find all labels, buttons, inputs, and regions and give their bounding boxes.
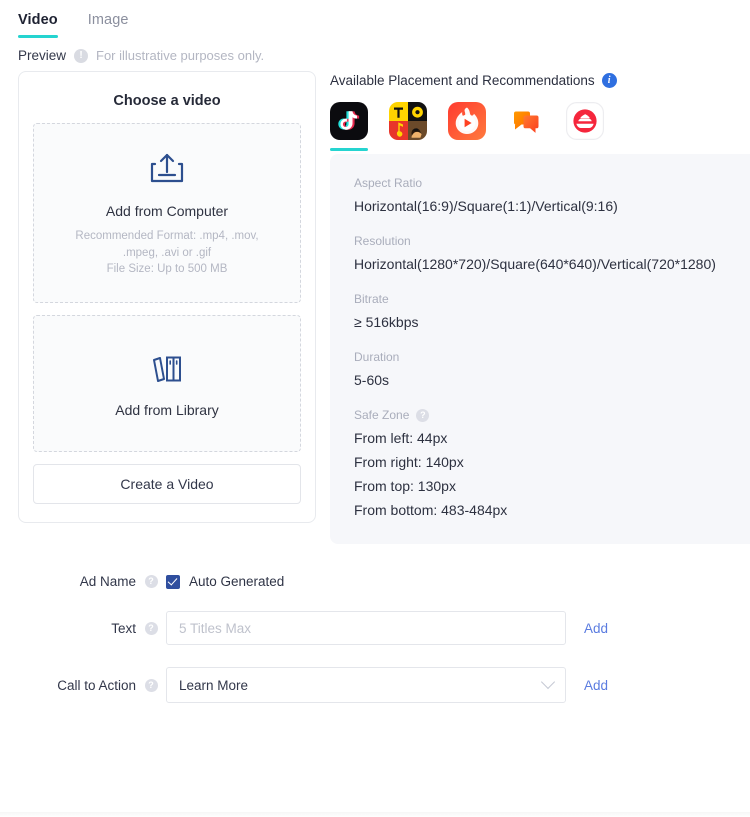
- content-type-tabs: Video Image: [0, 0, 750, 38]
- create-a-video-button[interactable]: Create a Video: [33, 464, 301, 505]
- spec-value-safe-zone-right: From right: 140px: [354, 454, 464, 470]
- babe-icon: [514, 111, 539, 133]
- call-to-action-help: ?: [136, 678, 166, 692]
- call-to-action-label: Call to Action: [57, 677, 136, 693]
- upload-tray-icon: [147, 153, 187, 190]
- placements-heading-row: Available Placement and Recommendations …: [330, 71, 750, 88]
- question-circle-icon[interactable]: ?: [144, 575, 158, 588]
- choose-video-card: Choose a video Add from Computer Recomme…: [18, 71, 316, 524]
- spec-value-safe-zone-left: From left: 44px: [354, 430, 448, 446]
- tiktok-icon: [330, 102, 368, 140]
- add-from-computer-label: Add from Computer: [105, 203, 229, 219]
- right-column: Available Placement and Recommendations …: [330, 71, 750, 544]
- form-row-call-to-action: Call to Action ? Learn More Add: [18, 667, 750, 703]
- format-line-2: .mpeg, .avi or .gif: [122, 246, 212, 259]
- text-label: Text: [111, 620, 136, 636]
- info-circle-icon[interactable]: i: [601, 73, 617, 88]
- add-from-library-dropzone[interactable]: Add from Library: [33, 315, 301, 453]
- tab-video-label: Video: [18, 12, 58, 28]
- question-circle-icon[interactable]: ?: [144, 621, 158, 635]
- tab-image-label: Image: [87, 12, 129, 28]
- chevron-down-icon: [540, 674, 556, 690]
- call-to-action-selected-value: Learn More: [179, 677, 249, 693]
- ad-name-help: ?: [136, 575, 166, 588]
- question-circle-icon[interactable]: ?: [416, 408, 430, 422]
- pangle-icon: [566, 102, 604, 140]
- auto-generated-checkbox[interactable]: [166, 574, 180, 589]
- auto-generated-checkbox-wrap[interactable]: Auto Generated: [166, 574, 284, 589]
- question-circle-icon[interactable]: ?: [144, 678, 158, 692]
- format-line-1: Recommended Format: .mp4, .mov,: [75, 230, 259, 242]
- bottom-divider: [0, 812, 750, 817]
- preview-note: For illustrative purposes only.: [96, 48, 265, 63]
- spec-key-safe-zone-label: Safe Zone: [354, 408, 410, 422]
- placement-topbuzz[interactable]: [389, 102, 427, 151]
- spec-value-aspect-ratio: Horizontal(16:9)/Square(1:1)/Vertical(9:…: [354, 198, 618, 214]
- spec-key-safe-zone: Safe Zone ?: [354, 408, 750, 422]
- preview-label: Preview: [18, 48, 67, 63]
- placement-tiktok[interactable]: [330, 102, 368, 151]
- tab-video[interactable]: Video: [18, 12, 58, 38]
- ad-name-label: Ad Name: [79, 574, 136, 589]
- auto-generated-label: Auto Generated: [189, 574, 285, 589]
- spec-value-resolution: Horizontal(1280*720)/Square(640*640)/Ver…: [354, 256, 716, 272]
- spec-value-bitrate: ≥ 516kbps: [354, 314, 419, 330]
- creative-body: Choose a video Add from Computer Recomme…: [0, 71, 750, 544]
- placement-buzzvideo[interactable]: [448, 102, 486, 151]
- placements-heading: Available Placement and Recommendations: [330, 73, 595, 88]
- placement-icon-list: [330, 102, 750, 151]
- tab-image[interactable]: Image: [88, 12, 129, 38]
- spec-key-duration: Duration: [354, 350, 400, 364]
- choose-video-title: Choose a video: [113, 93, 221, 109]
- spec-key-bitrate: Bitrate: [354, 292, 389, 306]
- placement-babe[interactable]: [507, 102, 545, 151]
- placement-specs-panel: Aspect Ratio Horizontal(16:9)/Square(1:1…: [330, 154, 750, 544]
- ad-details-form: Ad Name ? Auto Generated Text ? Add Call…: [0, 574, 750, 703]
- text-input[interactable]: [166, 611, 566, 645]
- spec-key-resolution: Resolution: [354, 234, 411, 248]
- placement-pangle[interactable]: [566, 102, 604, 151]
- form-row-text: Text ? Add: [18, 611, 750, 645]
- text-add-link[interactable]: Add: [584, 621, 608, 636]
- books-library-icon: [148, 356, 186, 389]
- call-to-action-add-link[interactable]: Add: [584, 678, 608, 693]
- spec-value-safe-zone-bottom: From bottom: 483-484px: [354, 502, 508, 518]
- add-from-library-label: Add from Library: [115, 402, 219, 419]
- filesize-line: File Size: Up to 500 MB: [106, 263, 228, 276]
- preview-row: Preview ! For illustrative purposes only…: [0, 38, 750, 63]
- add-from-computer-dropzone[interactable]: Add from Computer Recommended Format: .m…: [33, 123, 301, 304]
- form-row-ad-name: Ad Name ? Auto Generated: [18, 574, 750, 589]
- buzzvideo-icon: [448, 102, 486, 140]
- left-column: Choose a video Add from Computer Recomme…: [0, 71, 330, 524]
- spec-key-aspect-ratio: Aspect Ratio: [354, 176, 423, 190]
- upload-format-hint: Recommended Format: .mp4, .mov, .mpeg, .…: [46, 228, 288, 278]
- text-help: ?: [136, 621, 166, 635]
- spec-value-duration: 5-60s: [354, 372, 390, 388]
- call-to-action-select[interactable]: Learn More: [166, 667, 566, 703]
- exclamation-circle-icon[interactable]: !: [74, 48, 89, 63]
- topbuzz-icon: [389, 102, 427, 140]
- spec-value-safe-zone-top: From top: 130px: [354, 478, 456, 494]
